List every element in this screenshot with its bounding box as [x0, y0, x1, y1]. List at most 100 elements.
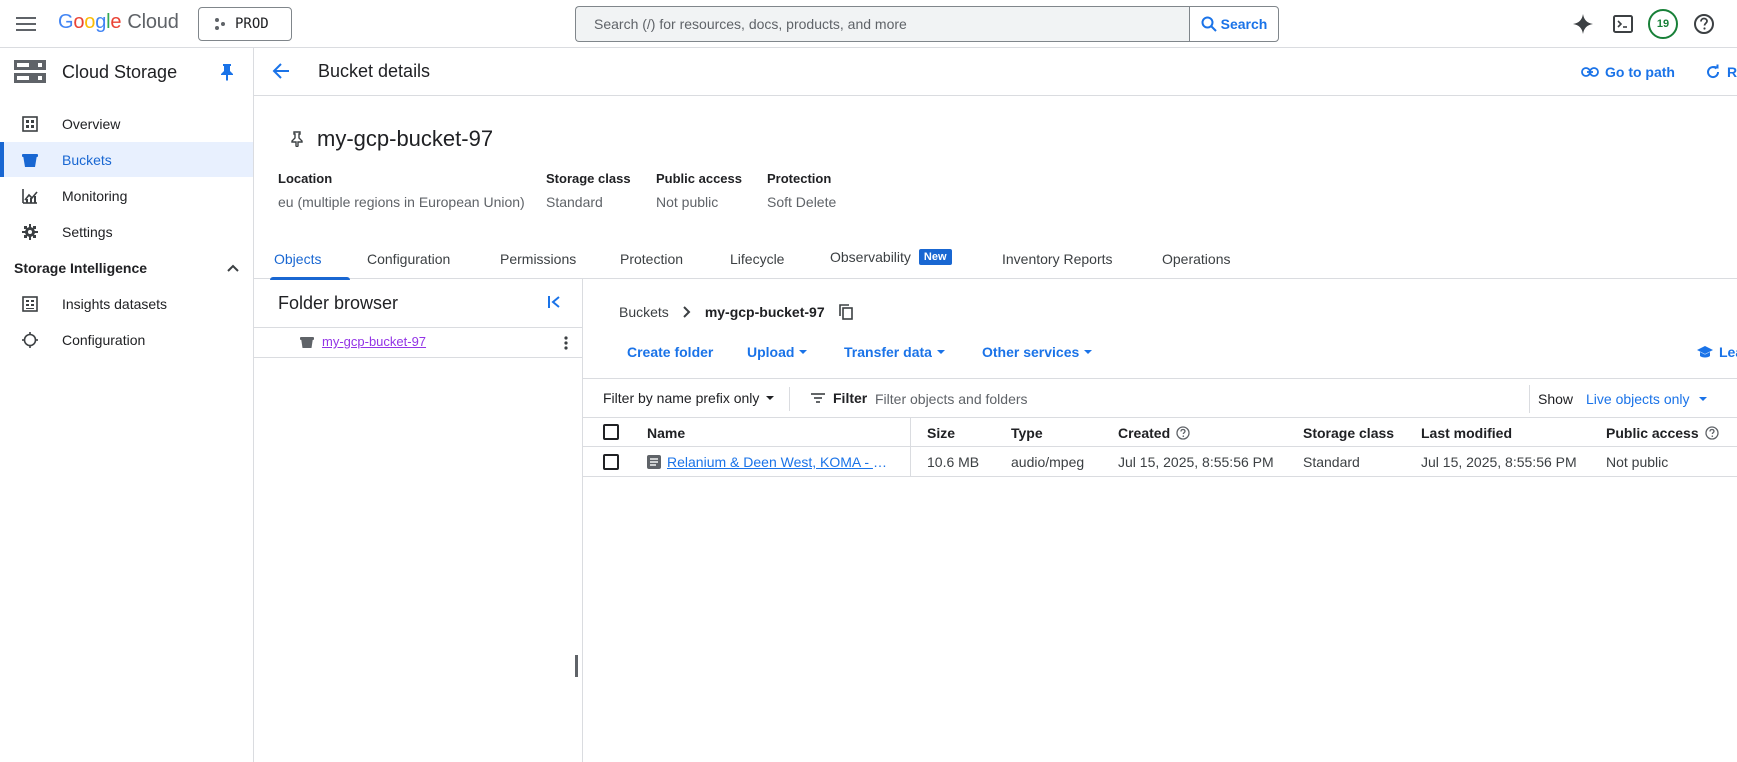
search-input[interactable] — [594, 16, 1189, 32]
refresh-button[interactable]: R — [1705, 64, 1737, 80]
refresh-icon — [1705, 64, 1721, 80]
folder-tree-bucket-link[interactable]: my-gcp-bucket-97 — [322, 334, 426, 349]
filter-prefix-dropdown[interactable]: Filter by name prefix only — [603, 390, 775, 406]
bucket-tabs: Objects Configuration Permissions Protec… — [254, 243, 1737, 280]
search-button[interactable]: Search — [1189, 6, 1279, 42]
meta-storage-class: Storage class Standard — [546, 171, 631, 210]
breadcrumb-buckets[interactable]: Buckets — [619, 304, 669, 320]
sidebar-item-configuration[interactable]: Configuration — [0, 322, 253, 357]
meta-public-access: Public access Not public — [656, 171, 742, 210]
select-all-checkbox[interactable] — [603, 424, 619, 440]
help-outline-icon[interactable] — [1176, 426, 1190, 440]
meta-key: Protection — [767, 171, 832, 186]
breadcrumb: Buckets my-gcp-bucket-97 — [619, 304, 853, 320]
col-header-last-modified[interactable]: Last modified — [1421, 425, 1512, 441]
tab-inventory-reports[interactable]: Inventory Reports — [1002, 251, 1113, 267]
bucket-name: my-gcp-bucket-97 — [317, 126, 494, 151]
filter-objects-input[interactable] — [875, 387, 1275, 411]
file-icon — [647, 455, 661, 469]
page-title: Bucket details — [318, 61, 431, 81]
project-icon — [213, 17, 227, 31]
cell-size: 10.6 MB — [927, 454, 980, 470]
meta-key: Storage class — [546, 171, 631, 186]
live-objects-dropdown[interactable]: Live objects only — [1586, 391, 1708, 407]
sidebar-item-label: Settings — [62, 223, 113, 240]
dataset-icon — [21, 295, 39, 313]
tab-protection[interactable]: Protection — [620, 251, 683, 267]
sidebar-item-settings[interactable]: Settings — [0, 214, 253, 249]
cell-created: Jul 15, 2025, 8:55:56 PM — [1118, 454, 1274, 470]
learn-button[interactable]: Lea — [1697, 344, 1737, 360]
other-services-button[interactable]: Other services — [982, 344, 1093, 360]
folder-tree-row[interactable]: my-gcp-bucket-97 — [254, 327, 583, 358]
cell-public-access: Not public — [1606, 454, 1669, 470]
meta-protection: Protection Soft Delete — [767, 171, 836, 210]
meta-value: Soft Delete — [767, 194, 837, 210]
sidebar-header: Cloud Storage — [0, 48, 253, 96]
col-header-name[interactable]: Name — [647, 425, 685, 441]
divider — [1529, 385, 1530, 413]
col-header-storage-class[interactable]: Storage class — [1303, 425, 1394, 441]
bucket-icon — [300, 335, 314, 349]
col-header-type[interactable]: Type — [1011, 425, 1043, 441]
cloud-shell-terminal-icon[interactable] — [1611, 12, 1635, 36]
copy-icon[interactable] — [838, 304, 853, 320]
create-folder-button[interactable]: Create folder — [627, 344, 713, 360]
pin-icon[interactable] — [220, 63, 234, 81]
divider — [789, 387, 790, 411]
more-vert-icon[interactable] — [564, 335, 568, 351]
sidebar-item-label: Overview — [62, 115, 121, 132]
sidebar-item-buckets[interactable]: Buckets — [0, 142, 253, 177]
filter-bar: Filter by name prefix only Filter Show L… — [583, 378, 1737, 418]
tab-lifecycle[interactable]: Lifecycle — [730, 251, 784, 267]
page-header: Bucket details Go to path R — [254, 48, 1737, 96]
sidebar-item-overview[interactable]: Overview — [0, 106, 253, 141]
row-checkbox[interactable] — [603, 454, 619, 470]
new-badge: New — [918, 249, 952, 265]
back-arrow-icon[interactable] — [272, 62, 290, 80]
caret-down-icon — [1083, 349, 1093, 355]
tab-permissions[interactable]: Permissions — [500, 251, 576, 267]
gemini-sparkle-icon[interactable] — [1571, 12, 1595, 36]
col-header-size[interactable]: Size — [927, 425, 955, 441]
tab-observability[interactable]: Observability New — [830, 249, 952, 265]
sidebar-item-monitoring[interactable]: Monitoring — [0, 178, 253, 213]
panel-resize-handle[interactable] — [575, 655, 578, 677]
folder-browser-title: Folder browser — [278, 293, 399, 313]
tab-configuration[interactable]: Configuration — [367, 251, 450, 267]
object-name-link[interactable]: Relanium & Deen West, KOMA - Cl... — [667, 454, 887, 470]
meta-location: Location eu (multiple regions in Europea… — [278, 171, 525, 210]
meta-key: Public access — [656, 171, 742, 186]
col-header-public-access[interactable]: Public access — [1606, 425, 1719, 441]
go-to-path-button[interactable]: Go to path — [1581, 64, 1675, 80]
collapse-panel-icon[interactable] — [548, 295, 562, 309]
table-row: Relanium & Deen West, KOMA - Cl... 10.6 … — [583, 447, 1737, 477]
tab-objects[interactable]: Objects — [274, 251, 321, 267]
help-icon[interactable] — [1692, 12, 1716, 36]
cell-name: Relanium & Deen West, KOMA - Cl... — [647, 454, 887, 470]
caret-down-icon — [1698, 396, 1708, 402]
sidebar-item-label: Buckets — [62, 151, 112, 168]
dashboard-icon — [21, 115, 39, 133]
google-cloud-logo[interactable]: Google Cloud — [58, 11, 179, 34]
pin-outline-icon[interactable] — [291, 131, 303, 147]
sidebar-item-label: Insights datasets — [62, 295, 168, 312]
col-header-created[interactable]: Created — [1118, 425, 1190, 441]
sidebar-section-storage-intelligence[interactable]: Storage Intelligence — [14, 260, 239, 276]
transfer-data-button[interactable]: Transfer data — [844, 344, 946, 360]
cloud-storage-icon — [14, 60, 46, 84]
avatar[interactable]: 19 — [1648, 9, 1678, 39]
sidebar-item-insights-datasets[interactable]: Insights datasets — [0, 286, 253, 321]
upload-button[interactable]: Upload — [747, 344, 808, 360]
help-outline-icon[interactable] — [1704, 426, 1719, 440]
config-icon — [21, 331, 39, 349]
caret-down-icon — [798, 349, 808, 355]
bucket-title-row: my-gcp-bucket-97 — [291, 126, 493, 152]
sidebar: Cloud Storage Overview Buckets Monitorin… — [0, 48, 254, 762]
project-selector-button[interactable]: PROD — [198, 7, 292, 41]
search-box — [575, 6, 1189, 42]
hamburger-menu-icon[interactable] — [12, 12, 40, 36]
tab-operations[interactable]: Operations — [1162, 251, 1230, 267]
gear-icon — [21, 223, 39, 241]
meta-value: eu (multiple regions in European Union) — [278, 194, 525, 210]
